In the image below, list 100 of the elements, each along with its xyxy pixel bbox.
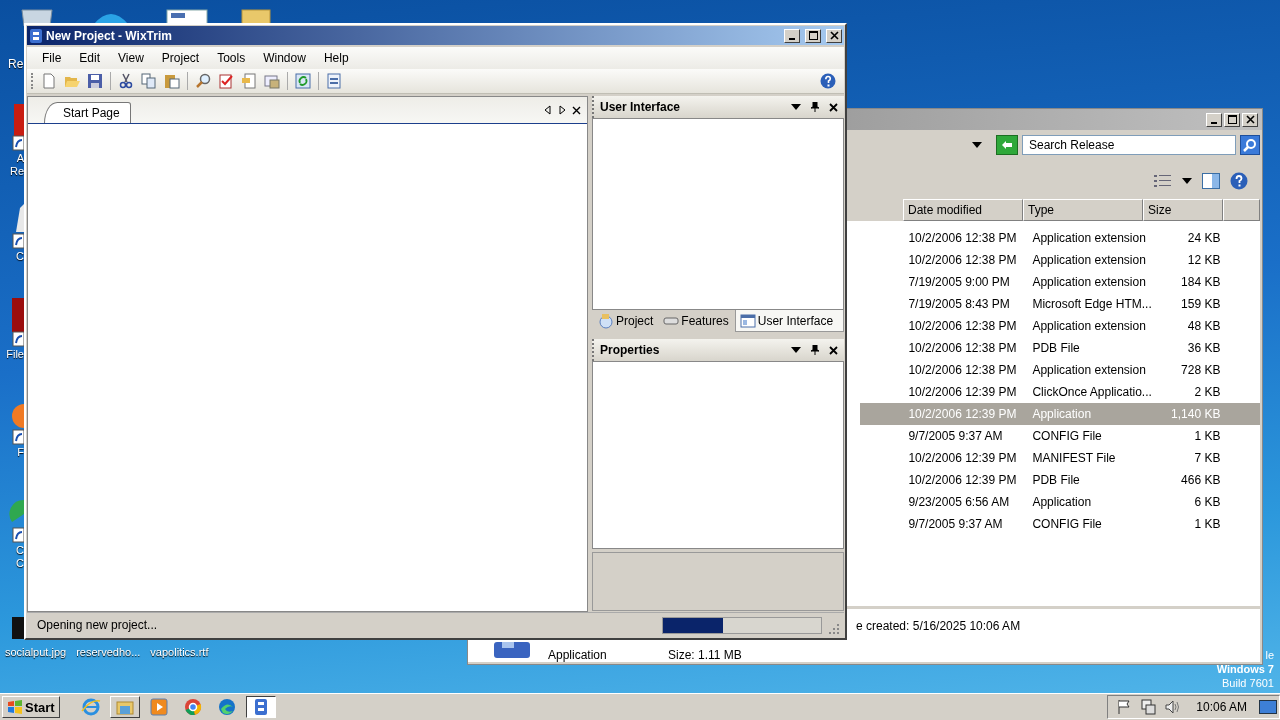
file-row[interactable]: 9/23/2005 6:56 AM Application 6 KB	[860, 491, 1260, 513]
file-row[interactable]: 10/2/2006 12:38 PM Application extension 24 KB	[860, 227, 1260, 249]
date-cell-text: 10/2/2006 12:38 PM	[907, 363, 1018, 377]
file-row[interactable]: 9/7/2005 9:37 AM CONFIG File 1 KB	[860, 425, 1260, 447]
start-button[interactable]: Start	[2, 696, 60, 718]
type-cell-text: ClickOnce Applicatio...	[1031, 385, 1153, 399]
maximize-button[interactable]	[805, 28, 821, 43]
file-type-text: Application	[548, 648, 608, 662]
file-row[interactable]: 10/2/2006 12:39 PM PDB File 466 KB	[860, 469, 1260, 491]
search-field[interactable]: Search Release	[1022, 135, 1236, 155]
column-header[interactable]: Date modified	[903, 199, 1023, 221]
menu-item[interactable]: View	[109, 51, 153, 65]
column-header[interactable]: Type	[1023, 199, 1143, 221]
menu-item[interactable]: Project	[152, 51, 209, 65]
checklist-icon[interactable]	[218, 73, 234, 89]
close-icon[interactable]	[572, 106, 581, 115]
desktop-icon-label[interactable]: C	[16, 544, 24, 557]
preview-pane-icon[interactable]	[1202, 173, 1220, 189]
media-player-icon	[148, 697, 169, 717]
close-icon	[1245, 115, 1255, 124]
refresh-button[interactable]	[996, 135, 1018, 155]
document-icon[interactable]	[165, 8, 210, 24]
properties-icon[interactable]	[326, 73, 342, 89]
type-cell-text: CONFIG File	[1031, 429, 1103, 443]
type-cell-text: Application extension	[1031, 231, 1147, 245]
help-icon[interactable]	[820, 73, 836, 89]
search-icon[interactable]	[195, 73, 211, 89]
file-row[interactable]: 10/2/2006 12:38 PM Application extension 48 KB	[860, 315, 1260, 337]
close-icon[interactable]	[829, 345, 838, 355]
pin-icon[interactable]	[811, 345, 819, 355]
panel-tab[interactable]: User Interface	[734, 310, 845, 332]
date-cell-text: 10/2/2006 12:38 PM	[907, 319, 1018, 333]
window-icon[interactable]	[264, 73, 280, 89]
panel-tab[interactable]: Project	[594, 310, 658, 332]
desktop-icon-label[interactable]: F	[17, 446, 24, 459]
minimize-button[interactable]	[1206, 112, 1222, 127]
close-button[interactable]	[826, 28, 842, 43]
menu-item[interactable]: Help	[314, 51, 358, 65]
close-icon[interactable]	[829, 102, 838, 112]
maximize-button[interactable]	[1224, 112, 1240, 127]
size-cell-text: 184 KB	[1180, 275, 1221, 289]
file-row[interactable]: 10/2/2006 12:38 PM Application extension 12 KB	[860, 249, 1260, 271]
new-file-icon[interactable]	[41, 73, 57, 89]
search-button[interactable]	[1240, 135, 1260, 155]
file-row[interactable]: 10/2/2006 12:38 PM PDB File 36 KB	[860, 337, 1260, 359]
taskbar-button[interactable]	[245, 696, 276, 718]
file-row[interactable]: 9/7/2005 9:37 AM CONFIG File 1 KB	[860, 513, 1260, 535]
date-cell-text: 10/2/2006 12:38 PM	[907, 231, 1018, 245]
watermark-text: le	[1265, 648, 1274, 662]
menu-item[interactable]: Tools	[208, 51, 255, 65]
date-cell-text: 7/19/2005 9:00 PM	[907, 275, 1011, 289]
file-row[interactable]: 10/2/2006 12:38 PM Application extension 728 KB	[860, 359, 1260, 381]
dropdown-icon[interactable]	[1182, 178, 1192, 184]
size-cell-text: 728 KB	[1180, 363, 1221, 377]
column-header[interactable]	[1223, 199, 1260, 221]
file-row[interactable]: 7/19/2005 8:43 PM Microsoft Edge HTM... 159 KB	[860, 293, 1260, 315]
cut-icon[interactable]	[118, 73, 134, 89]
pin-icon[interactable]	[811, 102, 819, 112]
file-row[interactable]: 7/19/2005 9:00 PM Application extension 184 KB	[860, 271, 1260, 293]
dialog-icon	[739, 312, 756, 329]
menu-item[interactable]: Edit	[70, 51, 110, 65]
desktop-icon-label[interactable]: C	[16, 250, 24, 263]
desktop-icon-label[interactable]: Re	[9, 165, 24, 178]
size-cell-text: 7 KB	[1193, 451, 1221, 465]
scroll-left-icon[interactable]	[544, 105, 552, 115]
copy-icon[interactable]	[141, 73, 157, 89]
close-button[interactable]	[1242, 112, 1258, 127]
minimize-button[interactable]	[784, 28, 800, 43]
show-desktop-icon[interactable]	[1259, 700, 1277, 714]
project-icon	[598, 313, 614, 329]
paste-icon[interactable]	[164, 73, 180, 89]
dropdown-icon[interactable]	[972, 142, 982, 148]
help-icon[interactable]	[1230, 172, 1248, 190]
panel-tab[interactable]: Features	[659, 310, 733, 332]
network-icon[interactable]	[1140, 699, 1157, 715]
volume-icon[interactable]	[1164, 699, 1181, 715]
date-cell-text: 9/7/2005 9:37 AM	[907, 517, 1004, 531]
desktop-icon-label[interactable]: Re	[8, 57, 24, 71]
size-cell-text: 24 KB	[1186, 231, 1221, 245]
date-cell-text: 9/7/2005 9:37 AM	[907, 429, 1004, 443]
desktop-icon-label[interactable]: File	[6, 348, 24, 361]
dropdown-icon[interactable]	[791, 347, 801, 353]
document-tab[interactable]: Start Page	[44, 102, 131, 123]
file-row[interactable]: 10/2/2006 12:39 PM ClickOnce Applicatio... 2 KB	[860, 381, 1260, 403]
menu-item[interactable]: Window	[254, 51, 315, 65]
flag-icon[interactable]	[1116, 699, 1133, 715]
clock[interactable]: 10:06 AM	[1196, 700, 1247, 714]
size-cell-text: 12 KB	[1186, 253, 1221, 267]
save-icon[interactable]	[87, 73, 103, 89]
refresh-icon[interactable]	[295, 73, 311, 89]
desktop-icon-label[interactable]: C	[16, 557, 24, 570]
type-cell-text: Application	[1031, 495, 1093, 509]
scroll-right-icon[interactable]	[558, 105, 566, 115]
view-list-icon[interactable]	[1154, 174, 1172, 188]
file-row[interactable]: 10/2/2006 12:39 PM MANIFEST File 7 KB	[860, 447, 1260, 469]
resize-grip-icon[interactable]	[828, 623, 840, 635]
size-cell-text: 159 KB	[1180, 297, 1221, 311]
desktop-icon-label[interactable]: A	[16, 152, 24, 165]
column-header[interactable]: Size	[1143, 199, 1223, 221]
menu-item[interactable]: File	[33, 51, 71, 65]
